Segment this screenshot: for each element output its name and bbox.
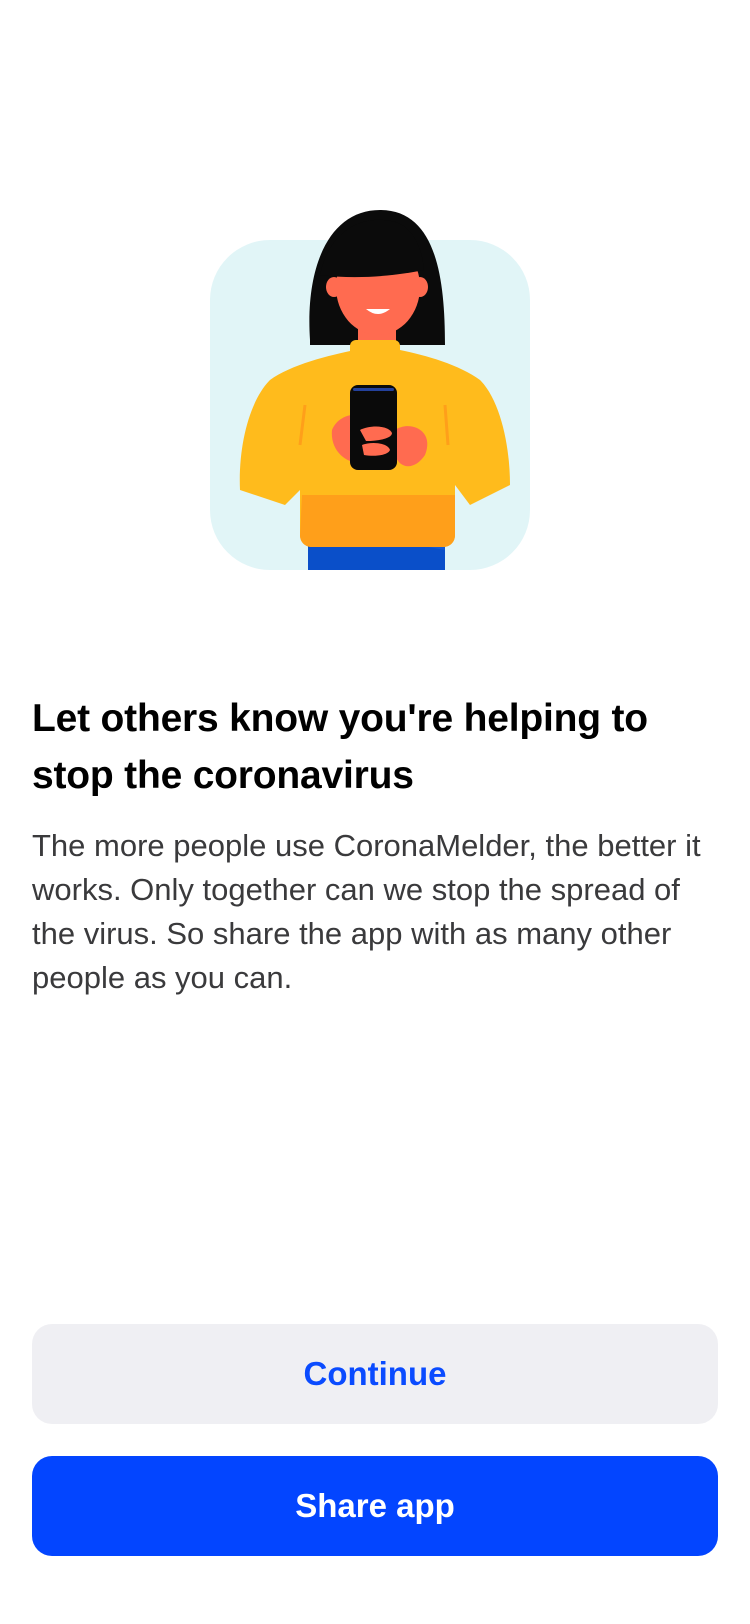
woman-with-phone-illustration bbox=[210, 205, 540, 570]
page-title: Let others know you're helping to stop t… bbox=[32, 697, 648, 797]
share-app-button[interactable]: Share app bbox=[32, 1456, 718, 1556]
intro-content: Let others know you're helping to stop t… bbox=[32, 690, 722, 1000]
continue-button[interactable]: Continue bbox=[32, 1324, 718, 1424]
description-text: The more people use CoronaMelder, the be… bbox=[32, 828, 701, 995]
onboarding-screen: Let others know you're helping to stop t… bbox=[0, 0, 750, 1624]
